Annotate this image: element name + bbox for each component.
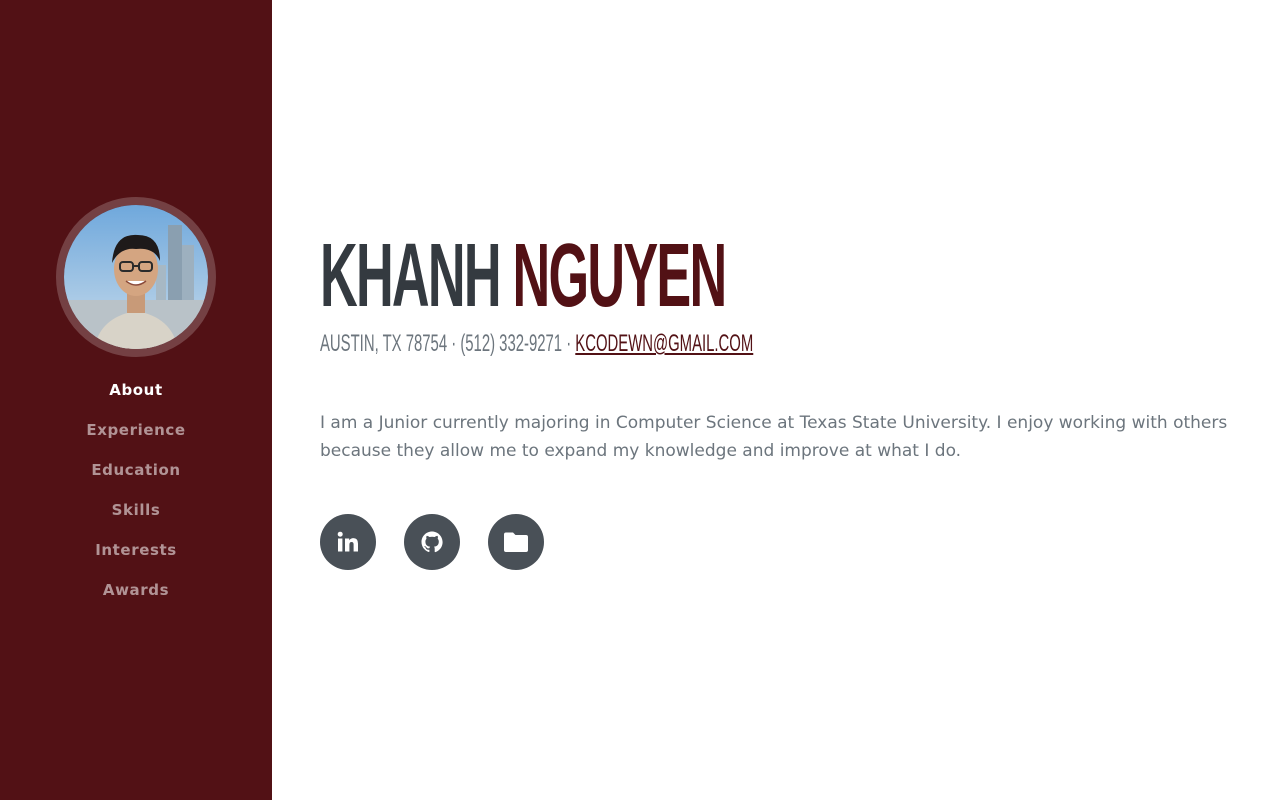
nav-experience[interactable]: Experience [86, 421, 185, 439]
social-icons [320, 514, 572, 570]
email-link[interactable]: KCODEWN@GMAIL.COM [575, 330, 753, 357]
nav-item: Awards [0, 570, 272, 610]
folder-button[interactable] [488, 514, 544, 570]
nav-item: Experience [0, 410, 272, 450]
nav-interests[interactable]: Interests [95, 541, 177, 559]
nav-awards[interactable]: Awards [103, 581, 169, 599]
github-button[interactable] [404, 514, 460, 570]
nav-item: Interests [0, 530, 272, 570]
about-section: KHANH NGUYEN AUSTIN, TX 78754 · (512) 33… [320, 0, 1240, 800]
nav-item: Skills [0, 490, 272, 530]
folder-icon [504, 532, 528, 552]
linkedin-button[interactable] [320, 514, 376, 570]
first-name: KHANH [320, 226, 502, 326]
sidebar-nav: About Experience Education Skills Intere… [0, 370, 272, 610]
about-text: I am a Junior currently majoring in Comp… [320, 413, 1228, 461]
contact-info: AUSTIN, TX 78754 · (512) 332-9271 · KCOD… [320, 330, 753, 358]
linkedin-icon [337, 531, 358, 552]
page-title: KHANH NGUYEN [320, 226, 728, 326]
nav-item: About [0, 370, 272, 410]
profile-avatar[interactable] [56, 197, 216, 357]
last-name: NGUYEN [512, 226, 728, 326]
sidebar: About Experience Education Skills Intere… [0, 0, 272, 800]
address-phone: AUSTIN, TX 78754 · (512) 332-9271 · [320, 330, 576, 357]
github-icon [421, 531, 443, 553]
nav-education[interactable]: Education [91, 461, 180, 479]
profile-photo [64, 205, 208, 349]
nav-about[interactable]: About [109, 381, 163, 399]
nav-skills[interactable]: Skills [112, 501, 161, 519]
nav-item: Education [0, 450, 272, 490]
